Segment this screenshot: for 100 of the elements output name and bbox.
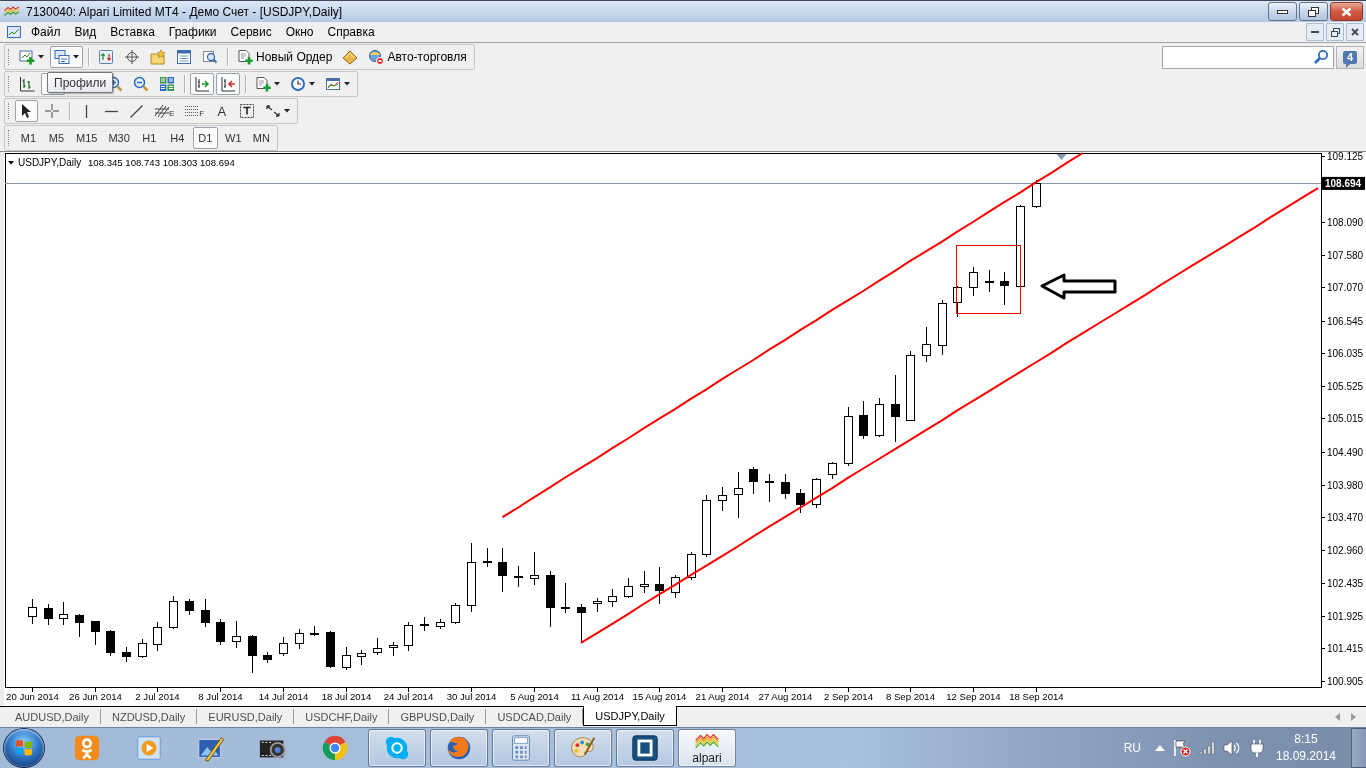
candle-body (922, 344, 931, 356)
axis-label: 24 Jul 2014 (383, 691, 434, 702)
timeframe-button[interactable]: M1 (16, 127, 41, 149)
crosshair-icon (44, 103, 60, 119)
axis-arrow-left-icon (220, 76, 236, 92)
menu-item[interactable]: Графики (161, 22, 224, 42)
chart-tab[interactable]: AUDUSD,Daily (4, 709, 101, 724)
taskbar-button[interactable]: alpari (678, 729, 736, 767)
minimize-button[interactable] (1268, 2, 1297, 21)
flag-error-icon (1173, 739, 1191, 757)
chart-tab[interactable]: USDJPY,Daily (583, 706, 677, 726)
axis-label: 109.125 (1327, 152, 1364, 162)
candle-body (295, 633, 304, 644)
restore-button[interactable] (1299, 2, 1328, 21)
play-window-icon (134, 733, 164, 763)
list-window-icon (176, 49, 192, 65)
candle-body (451, 605, 460, 623)
candle-body (702, 500, 711, 555)
candle-wick (628, 577, 629, 599)
candle-body (326, 632, 335, 667)
square-logo-icon (630, 733, 660, 763)
timeframe-button[interactable]: D1 (192, 127, 218, 149)
chart-tab[interactable]: GBPUSD,Daily (389, 709, 487, 724)
candle-wick (1004, 271, 1005, 306)
candle-wick (283, 636, 284, 657)
axis-label: 103.470 (1327, 512, 1364, 523)
menu-item[interactable]: Вид (67, 22, 104, 42)
zoom-out-icon (133, 76, 149, 92)
menu-item[interactable]: Справка (320, 22, 382, 42)
power-plug-icon (1249, 739, 1265, 757)
timeframe-button[interactable]: H1 (136, 127, 162, 149)
menu-item[interactable]: Окно (278, 22, 321, 42)
candle-body (201, 610, 210, 623)
axis-label: 107.070 (1327, 282, 1364, 293)
axis-label: 2 Jul 2014 (135, 691, 180, 702)
taskbar-button[interactable] (554, 729, 612, 767)
candle-wick (926, 326, 927, 363)
axis-label: 30 Jul 2014 (446, 691, 497, 702)
taskbar-button[interactable] (492, 729, 550, 767)
candle-body (138, 643, 147, 657)
timeframe-button[interactable]: M15 (72, 127, 102, 149)
candle-wick (753, 466, 754, 495)
timeframe-button[interactable]: H4 (164, 127, 190, 149)
chart-tab[interactable]: NZDUSD,Daily (100, 709, 198, 724)
axis-label: 106.545 (1327, 316, 1364, 327)
show-desktop-button[interactable] (1351, 728, 1366, 768)
close-button[interactable] (1346, 23, 1364, 41)
toolbar-button[interactable]: F (180, 100, 209, 122)
axis-label: 12 Sep 2014 (946, 691, 1001, 702)
axis-label: 20 Jun 2014 (6, 691, 59, 702)
toolbar-button[interactable]: A (210, 100, 234, 122)
toolbar-button[interactable]: Авто-торговля (364, 46, 471, 68)
candle-wick (644, 570, 645, 594)
menu-item[interactable]: Сервис (223, 22, 279, 42)
toolbar-button[interactable]: Новый Ордер (233, 46, 337, 68)
axis-label: 2 Sep 2014 (823, 691, 874, 702)
start-button[interactable] (4, 729, 44, 767)
candle-wick (487, 547, 488, 568)
left-arrow-icon (1040, 273, 1117, 300)
taskbar-button[interactable] (430, 729, 488, 767)
toolbar-button[interactable]: E (150, 100, 179, 122)
restore-button[interactable] (1326, 23, 1344, 41)
minimize-button[interactable] (1306, 23, 1324, 41)
timeframe-button[interactable]: W1 (220, 127, 246, 149)
diagonal-line-icon (130, 104, 143, 118)
axis-label: 18 Sep 2014 (1009, 691, 1064, 702)
axis-label: 5 Aug 2014 (510, 691, 559, 702)
timeframe-button[interactable]: M30 (104, 127, 134, 149)
messages-button[interactable]: 4 (1336, 45, 1364, 69)
hatched-lines-icon (154, 103, 170, 119)
chart-tab[interactable]: USDCHF,Daily (294, 709, 390, 724)
candle-wick (691, 551, 692, 581)
candle-wick (863, 400, 864, 440)
timeframe-button[interactable]: MN (248, 127, 274, 149)
candle-body (828, 463, 837, 475)
candle-body (153, 627, 162, 645)
tile-windows-icon (159, 76, 175, 92)
candle-body (44, 608, 53, 619)
search-field[interactable] (1162, 45, 1334, 69)
chart-title: USDJPY,Daily (18, 157, 82, 168)
candle-wick (502, 547, 503, 593)
caret-icon[interactable] (8, 161, 14, 165)
axis-label: 106.035 (1327, 348, 1364, 359)
triangle-marker-icon[interactable] (1056, 154, 1067, 160)
chart-tab[interactable]: EURUSD,Daily (197, 709, 295, 724)
timeframe-button[interactable]: M5 (44, 127, 69, 149)
candle-body (859, 415, 868, 436)
candle-body (624, 586, 633, 597)
menu-item[interactable]: Вставка (103, 22, 162, 42)
candle-wick (565, 582, 566, 614)
cursor-icon (21, 103, 32, 119)
folder-star-icon (150, 49, 166, 65)
taskbar-button[interactable] (616, 729, 674, 767)
scroll-left-icon (1334, 713, 1340, 721)
ring-logo-icon (320, 733, 350, 763)
toolbar-button[interactable] (15, 100, 38, 122)
candle-body (216, 622, 225, 642)
candle-wick (534, 551, 535, 586)
menu-item[interactable]: Файл (24, 22, 68, 42)
close-button[interactable] (1330, 2, 1363, 21)
